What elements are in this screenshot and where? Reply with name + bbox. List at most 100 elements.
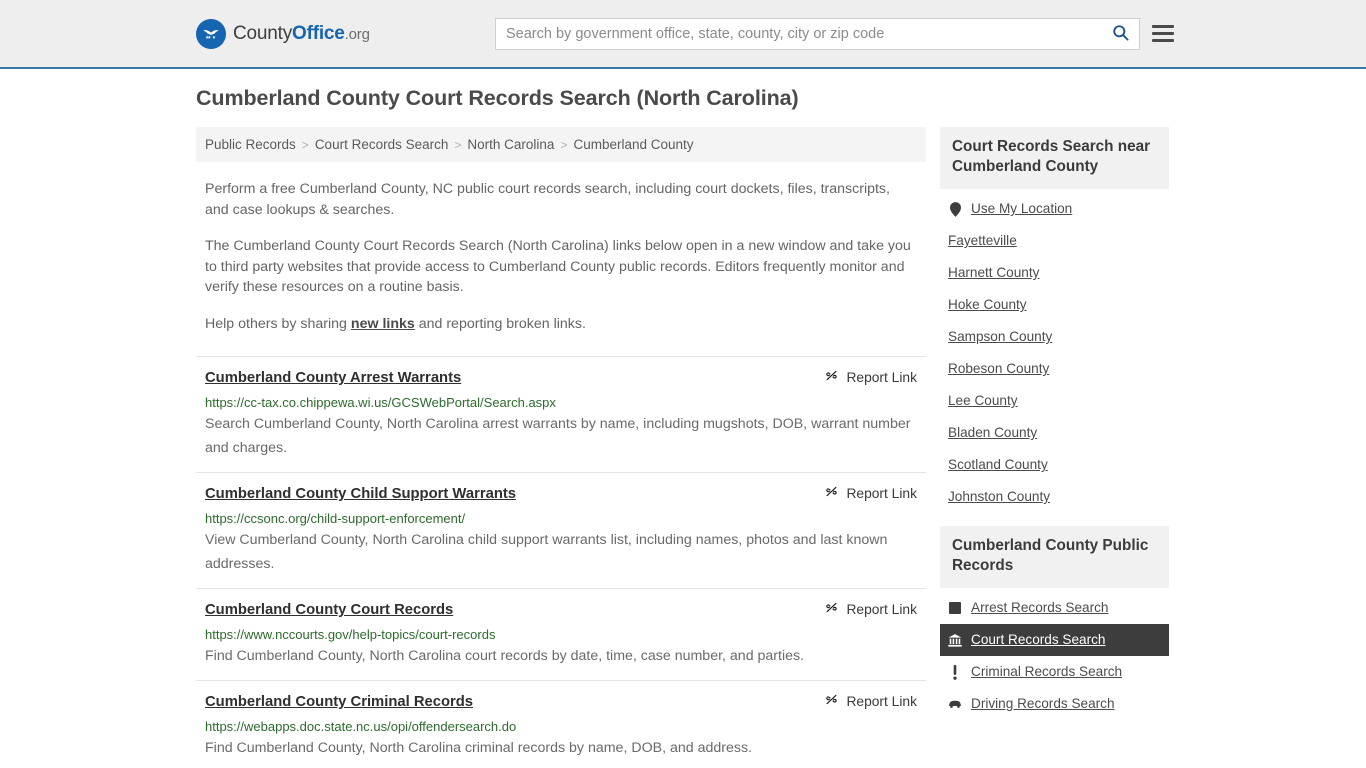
sidebar-link-label[interactable]: Fayetteville	[948, 233, 1017, 249]
map-pin-icon	[948, 201, 962, 217]
intro-paragraph-1: Perform a free Cumberland County, NC pub…	[205, 181, 890, 218]
sidebar-item-driving-records-search[interactable]: Driving Records Search	[940, 688, 1169, 720]
sidebar-link-label[interactable]: Harnett County	[948, 265, 1039, 281]
sidebar-link-label[interactable]: Use My Location	[971, 201, 1072, 217]
report-link-button[interactable]: Report Link	[810, 484, 917, 502]
hamburger-menu-icon[interactable]	[1152, 25, 1174, 42]
broken-link-icon	[824, 692, 839, 710]
site-header: CountyOffice.org	[0, 0, 1366, 69]
car-icon	[948, 699, 962, 709]
hamburger-bar	[1152, 32, 1174, 35]
result-title-link[interactable]: Cumberland County Child Support Warrants	[205, 484, 516, 504]
report-link-button[interactable]: Report Link	[810, 692, 917, 710]
report-link-button[interactable]: Report Link	[810, 368, 917, 386]
breadcrumb-separator: >	[560, 137, 568, 152]
breadcrumb-item-north-carolina[interactable]: North Carolina	[467, 137, 554, 152]
hamburger-bar	[1152, 25, 1174, 28]
site-logo[interactable]: CountyOffice.org	[196, 18, 370, 49]
sidebar-item-lee-county[interactable]: Lee County	[940, 385, 1169, 417]
sidebar-item-bladen-county[interactable]: Bladen County	[940, 417, 1169, 449]
result-url[interactable]: https://www.nccourts.gov/help-topics/cou…	[205, 626, 917, 643]
sidebar: Court Records Search near Cumberland Cou…	[940, 127, 1169, 733]
fingerprint-square-icon	[948, 602, 962, 614]
search-button[interactable]	[1101, 19, 1139, 49]
sidebar-link-label[interactable]: Criminal Records Search	[971, 664, 1122, 680]
page-body: Cumberland County Court Records Search (…	[0, 69, 1366, 756]
report-link-label: Report Link	[846, 369, 917, 385]
nearby-list: Use My Location Fayetteville Harnett Cou…	[940, 189, 1169, 513]
result-url[interactable]: https://webapps.doc.state.nc.us/opi/offe…	[205, 718, 917, 735]
sidebar-link-label[interactable]: Arrest Records Search	[971, 600, 1109, 616]
sidebar-link-label[interactable]: Lee County	[948, 393, 1018, 409]
search-bar[interactable]	[495, 17, 1140, 50]
exclamation-icon	[948, 664, 962, 680]
breadcrumb-item-cumberland-county[interactable]: Cumberland County	[573, 137, 693, 152]
broken-link-icon	[824, 600, 839, 618]
result-header: Cumberland County Child Support Warrants…	[205, 484, 917, 504]
result-item: Cumberland County Criminal Records Repor…	[196, 680, 926, 768]
report-link-label: Report Link	[846, 601, 917, 617]
nearby-panel-heading: Court Records Search near Cumberland Cou…	[940, 127, 1169, 189]
logo-text-county: County	[233, 22, 293, 44]
hamburger-bar	[1152, 39, 1174, 42]
breadcrumb-item-public-records[interactable]: Public Records	[205, 137, 296, 152]
intro-text: Perform a free Cumberland County, NC pub…	[196, 179, 926, 334]
result-item: Cumberland County Child Support Warrants…	[196, 472, 926, 588]
sidebar-link-label[interactable]: Sampson County	[948, 329, 1052, 345]
page-title: Cumberland County Court Records Search (…	[196, 86, 799, 110]
sidebar-link-label[interactable]: Johnston County	[948, 489, 1050, 505]
sidebar-item-sampson-county[interactable]: Sampson County	[940, 321, 1169, 353]
result-item: Cumberland County Court Records Report L…	[196, 588, 926, 680]
result-header: Cumberland County Arrest Warrants Report…	[205, 368, 917, 388]
logo-text-office: Office	[292, 22, 345, 44]
sidebar-item-criminal-records-search[interactable]: Criminal Records Search	[940, 656, 1169, 688]
breadcrumb-item-court-records-search[interactable]: Court Records Search	[315, 137, 449, 152]
intro-paragraph-2: The Cumberland County Court Records Sear…	[205, 238, 911, 295]
sidebar-item-harnett-county[interactable]: Harnett County	[940, 257, 1169, 289]
breadcrumb-separator: >	[301, 137, 309, 152]
new-links-link[interactable]: new links	[351, 316, 415, 332]
nearby-searches-panel: Court Records Search near Cumberland Cou…	[940, 127, 1169, 513]
logo-wordmark: CountyOffice.org	[233, 23, 370, 45]
sidebar-link-label[interactable]: Bladen County	[948, 425, 1037, 441]
sidebar-link-label[interactable]: Court Records Search	[971, 632, 1105, 648]
result-title-link[interactable]: Cumberland County Arrest Warrants	[205, 368, 461, 388]
logo-text-org: .org	[344, 25, 370, 43]
result-description: Find Cumberland County, North Carolina c…	[205, 740, 752, 756]
sidebar-item-arrest-records-search[interactable]: Arrest Records Search	[940, 592, 1169, 624]
sidebar-item-johnston-county[interactable]: Johnston County	[940, 481, 1169, 513]
result-title-link[interactable]: Cumberland County Criminal Records	[205, 692, 473, 712]
intro-share-suffix: and reporting broken links.	[414, 315, 586, 332]
result-url[interactable]: https://cc-tax.co.chippewa.wi.us/GCSWebP…	[205, 394, 917, 411]
sidebar-item-hoke-county[interactable]: Hoke County	[940, 289, 1169, 321]
report-link-label: Report Link	[846, 485, 917, 501]
sidebar-link-label[interactable]: Hoke County	[948, 297, 1027, 313]
public-records-list: Arrest Records Search Court Records Sear…	[940, 588, 1169, 720]
sidebar-link-label[interactable]: Scotland County	[948, 457, 1048, 473]
breadcrumb-separator: >	[454, 137, 462, 152]
result-title-link[interactable]: Cumberland County Court Records	[205, 600, 453, 620]
sidebar-item-use-my-location[interactable]: Use My Location	[940, 193, 1169, 225]
eagle-seal-logo-icon	[196, 18, 226, 49]
public-records-panel-heading: Cumberland County Public Records	[940, 526, 1169, 588]
public-records-panel: Cumberland County Public Records Arrest …	[940, 526, 1169, 720]
courthouse-icon	[948, 633, 962, 647]
sidebar-item-court-records-search[interactable]: Court Records Search	[940, 624, 1169, 656]
main-content: Public Records > Court Records Search > …	[196, 127, 926, 768]
report-link-button[interactable]: Report Link	[810, 600, 917, 618]
search-icon	[1111, 23, 1130, 45]
intro-share-prefix: Help others by sharing	[205, 315, 351, 332]
search-input[interactable]	[496, 18, 1101, 49]
result-description: Search Cumberland County, North Carolina…	[205, 416, 911, 456]
result-url[interactable]: https://ccsonc.org/child-support-enforce…	[205, 510, 917, 527]
sidebar-link-label[interactable]: Robeson County	[948, 361, 1049, 377]
sidebar-item-scotland-county[interactable]: Scotland County	[940, 449, 1169, 481]
broken-link-icon	[824, 484, 839, 502]
broken-link-icon	[824, 368, 839, 386]
result-description: Find Cumberland County, North Carolina c…	[205, 648, 805, 664]
sidebar-link-label[interactable]: Driving Records Search	[971, 696, 1115, 712]
sidebar-item-fayetteville[interactable]: Fayetteville	[940, 225, 1169, 257]
intro-paragraph-3: Help others by sharing new links and rep…	[205, 314, 917, 335]
breadcrumb: Public Records > Court Records Search > …	[196, 127, 926, 162]
sidebar-item-robeson-county[interactable]: Robeson County	[940, 353, 1169, 385]
